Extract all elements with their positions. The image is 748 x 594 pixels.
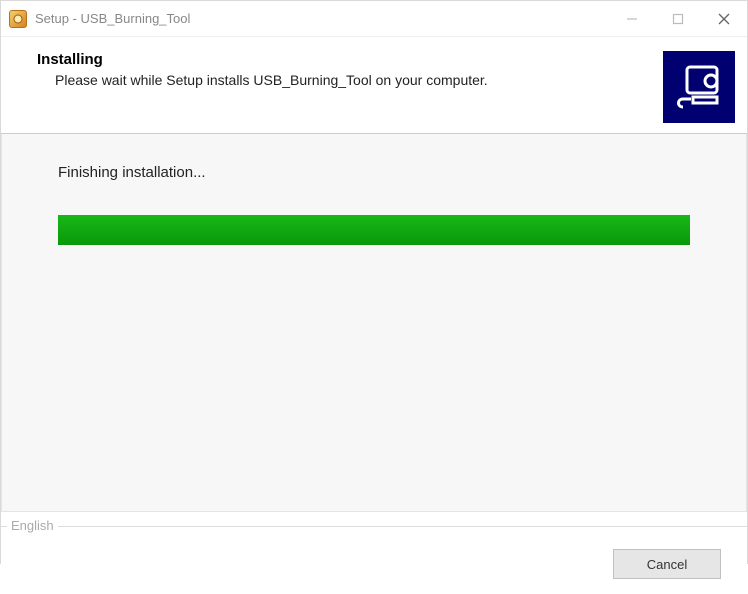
- banner-icon: [663, 51, 735, 123]
- wizard-footer: Cancel: [1, 534, 747, 594]
- window-title: Setup - USB_Burning_Tool: [35, 11, 190, 26]
- progress-bar: [58, 215, 690, 245]
- header-title: Installing: [37, 51, 655, 68]
- maximize-button[interactable]: [655, 1, 701, 36]
- close-button[interactable]: [701, 1, 747, 36]
- header-subtitle: Please wait while Setup installs USB_Bur…: [37, 72, 655, 88]
- language-label: English: [7, 518, 58, 533]
- app-icon: [9, 10, 27, 28]
- wizard-header: Installing Please wait while Setup insta…: [1, 37, 747, 134]
- progress-bar-fill: [58, 215, 690, 245]
- minimize-button[interactable]: [609, 1, 655, 36]
- wizard-content: Finishing installation...: [1, 134, 747, 512]
- language-row: English: [1, 506, 747, 534]
- titlebar: Setup - USB_Burning_Tool: [1, 1, 747, 37]
- window-controls: [609, 1, 747, 36]
- install-status-text: Finishing installation...: [58, 164, 690, 181]
- cancel-button[interactable]: Cancel: [613, 549, 721, 579]
